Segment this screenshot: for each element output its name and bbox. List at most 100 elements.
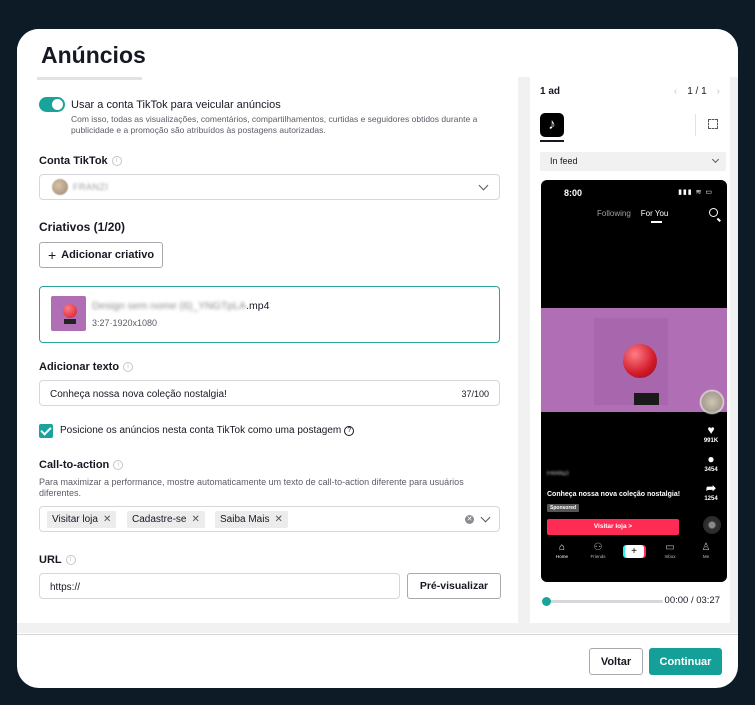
cta-tag: Saiba Mais ✕ xyxy=(215,511,288,528)
plus-icon: + xyxy=(47,247,57,263)
cta-label-text: Call-to-action xyxy=(39,459,110,471)
creative-file-meta: 3:27·1920x1080 xyxy=(92,318,158,328)
like-count: 991K xyxy=(703,438,719,444)
comment-count: 3454 xyxy=(704,467,718,473)
placement-value: In feed xyxy=(550,156,578,166)
avatar xyxy=(700,390,724,414)
use-tiktok-account-toggle[interactable] xyxy=(39,97,65,112)
ad-text-label: Adicionar texto i xyxy=(39,361,134,373)
preview-button[interactable]: Pré-visualizar xyxy=(407,573,501,599)
cta-tag-label: Cadastre-se xyxy=(132,514,187,525)
creative-file-name: Design sem nome (6)_YNGTpLA.mp4 xyxy=(92,300,269,312)
add-creative-button[interactable]: + Adicionar criativo xyxy=(39,242,163,268)
inbox-icon: ▭ xyxy=(665,542,675,553)
ad-text-value: Conheça nossa nova coleção nostalgia! xyxy=(50,389,227,400)
cta-tag: Visitar loja ✕ xyxy=(47,511,117,528)
creative-card[interactable]: Design sem nome (6)_YNGTpLA.mp4 3:27·192… xyxy=(39,286,500,343)
tab-for-you: For You xyxy=(640,209,669,218)
modal-header: Anúncios xyxy=(17,29,738,77)
post-placement-label: Posicione os anúncios nesta conta TikTok… xyxy=(60,425,355,436)
file-name-blurred: Design sem nome (6)_YNGTpLA xyxy=(92,300,247,312)
chevron-right-icon[interactable]: › xyxy=(717,86,720,97)
tiktok-account-select[interactable]: FRANZI xyxy=(39,174,500,200)
heart-icon: ♥ xyxy=(707,423,715,437)
url-label: URL i xyxy=(39,554,76,566)
continue-button[interactable]: Continuar xyxy=(649,648,722,675)
chevron-down-icon xyxy=(711,155,720,164)
cta-tag-label: Visitar loja xyxy=(52,514,98,525)
cta-select[interactable]: Visitar loja ✕ Cadastre-se ✕ Saiba Mais … xyxy=(39,506,500,532)
video-time: 00:00 / 03:27 xyxy=(664,595,720,606)
remove-tag-icon[interactable]: ✕ xyxy=(103,514,111,525)
video-frame xyxy=(541,308,727,412)
tab-strip xyxy=(37,77,142,80)
platform-tab-indicator xyxy=(540,140,564,142)
url-input[interactable]: https:// xyxy=(39,573,400,599)
video-username: FRANZI xyxy=(547,471,569,477)
post-placement-checkbox[interactable] xyxy=(39,424,53,438)
nav-home-label: Home xyxy=(555,554,568,559)
ads-modal: Anúncios Usar a conta TikTok para veicul… xyxy=(17,29,738,688)
phone-preview: 8:00 ▮▮▮ ≋ ▭ Following For You ♥ 991K ● … xyxy=(541,180,727,582)
video-progress-bar[interactable] xyxy=(542,597,663,606)
toggle-knob xyxy=(52,99,63,110)
toggle-title: Usar a conta TikTok para veicular anúnci… xyxy=(71,99,281,111)
status-time: 8:00 xyxy=(564,188,583,198)
info-icon[interactable]: i xyxy=(113,460,124,470)
clear-icon[interactable]: ✕ xyxy=(465,515,474,524)
tiktok-logo-icon[interactable]: ♪ xyxy=(540,113,564,137)
nav-friends: ⚇ Friends xyxy=(583,542,613,582)
url-value: https:// xyxy=(50,582,81,593)
video-ball xyxy=(623,344,657,378)
info-icon[interactable]: i xyxy=(65,555,76,565)
file-extension: .mp4 xyxy=(246,300,270,312)
account-label-text: Conta TikTok xyxy=(39,155,108,167)
cta-tag: Cadastre-se ✕ xyxy=(127,511,205,528)
nav-create: + xyxy=(619,542,649,582)
ad-text-char-count: 37/100 xyxy=(461,389,489,399)
cta-description: Para maximizar a performance, mostre aut… xyxy=(39,477,464,498)
share-count: 1254 xyxy=(704,496,718,502)
nav-me: ♙ Me xyxy=(691,542,721,582)
thumbnail-ball xyxy=(63,304,77,318)
avatar xyxy=(52,179,68,195)
phone-bottom-nav: ⌂ Home ⚇ Friends + ▭ Inbox ♙ Me xyxy=(541,542,727,582)
toggle-description: Com isso, todas as visualizações, coment… xyxy=(71,114,478,135)
info-icon[interactable]: i xyxy=(111,156,122,166)
nav-home: ⌂ Home xyxy=(547,542,577,582)
tab-following: Following xyxy=(597,209,631,218)
video-base xyxy=(634,393,659,405)
for-you-underline xyxy=(651,221,662,223)
chevron-left-icon[interactable]: ‹ xyxy=(674,86,677,97)
remove-tag-icon[interactable]: ✕ xyxy=(274,514,282,525)
status-icons: ▮▮▮ ≋ ▭ xyxy=(678,189,713,196)
nav-inbox: ▭ Inbox xyxy=(655,542,685,582)
progress-handle[interactable] xyxy=(542,597,551,606)
back-button[interactable]: Voltar xyxy=(589,648,643,675)
url-label-text: URL xyxy=(39,554,62,566)
info-icon[interactable]: i xyxy=(123,362,134,372)
home-icon: ⌂ xyxy=(558,542,566,553)
help-icon[interactable]: ? xyxy=(344,425,355,436)
cta-label: Call-to-action i xyxy=(39,459,124,471)
footer-divider xyxy=(17,634,738,635)
create-plus-icon: + xyxy=(624,545,644,558)
ad-text-input[interactable]: Conheça nossa nova coleção nostalgia! 37… xyxy=(39,380,500,406)
divider xyxy=(695,114,696,136)
remove-tag-icon[interactable]: ✕ xyxy=(191,514,199,525)
placement-select[interactable]: In feed xyxy=(540,152,726,171)
expand-icon[interactable] xyxy=(708,119,718,129)
comment-icon: ● xyxy=(707,452,715,466)
share-icon: ➦ xyxy=(705,481,717,495)
video-caption: Conheça nossa nova coleção nostalgia! xyxy=(547,491,681,498)
ad-pager: ‹ 1 / 1 › xyxy=(674,86,720,97)
thumbnail-base xyxy=(64,319,76,324)
account-name: FRANZI xyxy=(73,182,109,192)
like-button: ♥ 991K xyxy=(699,423,723,444)
add-creative-label: Adicionar criativo xyxy=(61,249,155,261)
ad-form-panel: Usar a conta TikTok para veicular anúnci… xyxy=(17,77,518,623)
ad-text-label-text: Adicionar texto xyxy=(39,361,120,373)
friends-icon: ⚇ xyxy=(593,542,603,553)
post-placement-label-text: Posicione os anúncios nesta conta TikTok… xyxy=(60,425,342,436)
chevron-down-icon xyxy=(478,180,489,191)
